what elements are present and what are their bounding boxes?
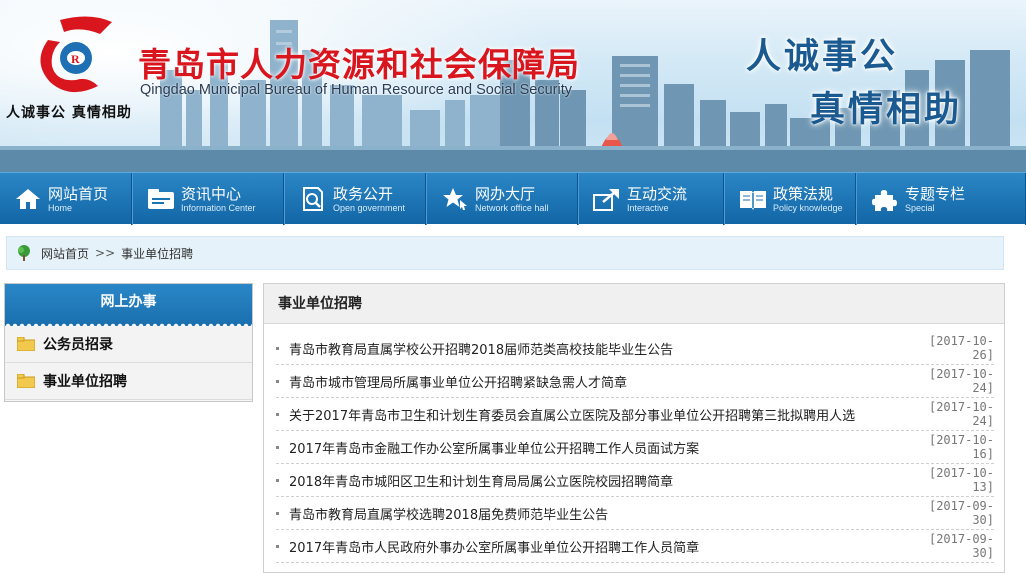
breadcrumb-separator: >> <box>95 246 116 260</box>
list-item-date: [2017-09-30] <box>928 532 994 560</box>
list-item-title[interactable]: 2018年青岛市城阳区卫生和计划生育局局属公立医院校园招聘简章 <box>289 471 908 490</box>
list-item-date: [2017-10-16] <box>928 433 994 461</box>
home-icon <box>14 185 42 213</box>
nav-label-en: Special <box>905 202 935 213</box>
bullet <box>276 412 279 416</box>
nav-item-policy-knowledge[interactable]: 政策法规 Policy knowledge <box>724 173 856 225</box>
list-item[interactable]: 2017年青岛市金融工作办公室所属事业单位公开招聘工作人员面试方案 [2017-… <box>276 431 994 464</box>
list-item-date: [2017-10-24] <box>928 400 994 428</box>
list-item-title[interactable]: 青岛市教育局直属学校选聘2018届免费师范毕业生公告 <box>289 504 908 523</box>
nav-item-open-government[interactable]: 政务公开 Open government <box>284 173 426 225</box>
nav-label-cn: 互动交流 <box>627 184 688 203</box>
folder-icon <box>16 336 36 352</box>
logo-slogan: 人诚事公 真情相助 <box>6 105 132 121</box>
list-item[interactable]: 关于2017年青岛市卫生和计划生育委员会直属公立医院及部分事业单位公开招聘第三批… <box>276 398 994 431</box>
list-item[interactable]: 青岛市教育局直属学校公开招聘2018届师范类高校技能毕业生公告 [2017-10… <box>276 332 994 365</box>
breadcrumb-home-link[interactable]: 网站首页 <box>41 245 89 262</box>
nav-label-cn: 政务公开 <box>333 184 394 203</box>
share-icon <box>593 185 621 213</box>
nav-label-en: Policy knowledge <box>773 202 843 213</box>
nav-label-en: Interactive <box>627 202 669 213</box>
folder-icon <box>16 373 36 389</box>
slogan-calligraphy: 人诚事公 真情相助 <box>736 28 966 132</box>
bullet <box>276 346 279 350</box>
list-item-date: [2017-10-13] <box>928 466 994 494</box>
puzzle-icon <box>871 185 899 213</box>
list-item-date: [2017-10-26] <box>928 334 994 362</box>
list-item-date: [2017-10-24] <box>928 367 994 395</box>
breadcrumb-current-link[interactable]: 事业单位招聘 <box>121 245 193 262</box>
nav-label-en: Open government <box>333 202 406 213</box>
main-nav: 网站首页 Home 资讯中心 Information Center 政务公开 O… <box>0 172 1026 225</box>
list-item[interactable]: 青岛市教育局直属学校选聘2018届免费师范毕业生公告 [2017-09-30] <box>276 497 994 530</box>
bullet <box>276 379 279 383</box>
bullet <box>276 445 279 449</box>
sidebar-title-notch <box>5 320 252 326</box>
sidebar-item-label: 事业单位招聘 <box>43 374 127 390</box>
tree-icon <box>15 244 33 262</box>
nav-item-information-center[interactable]: 资讯中心 Information Center <box>132 173 284 225</box>
search-icon <box>299 185 327 213</box>
nav-label-cn: 专题专栏 <box>905 184 966 203</box>
list-item-date: [2017-09-30] <box>928 499 994 527</box>
sidebar-item-label: 公务员招录 <box>43 337 113 353</box>
list-item-title[interactable]: 2017年青岛市人民政府外事办公室所属事业单位公开招聘工作人员简章 <box>289 537 908 556</box>
list-item-title[interactable]: 2017年青岛市金融工作办公室所属事业单位公开招聘工作人员面试方案 <box>289 438 908 457</box>
folder-icon <box>147 185 175 213</box>
nav-label-en: Home <box>48 202 73 213</box>
header-banner: R 人诚事公 真情相助 青岛市人力资源和社会保障局 Qingdao Munici… <box>0 0 1026 172</box>
sidebar-title: 网上办事 <box>5 284 252 326</box>
list-item-title[interactable]: 关于2017年青岛市卫生和计划生育委员会直属公立医院及部分事业单位公开招聘第三批… <box>289 405 908 424</box>
star-icon <box>441 185 469 213</box>
bureau-name-cn: 青岛市人力资源和社会保障局 <box>138 45 580 84</box>
nav-item-special[interactable]: 专题专栏 Special <box>856 173 1026 225</box>
nav-label-en: Network office hall <box>475 202 549 213</box>
list-item[interactable]: 青岛市城市管理局所属事业单位公开招聘紧缺急需人才简章 [2017-10-24] <box>276 365 994 398</box>
bureau-logo[interactable]: R <box>30 10 120 100</box>
sidebar-item-public-institution[interactable]: 事业单位招聘 <box>5 363 252 400</box>
sidebar-title-text: 网上办事 <box>100 294 157 310</box>
bureau-name-en: Qingdao Municipal Bureau of Human Resour… <box>140 82 573 98</box>
book-icon <box>739 185 767 213</box>
nav-label-en: Information Center <box>181 202 256 213</box>
bullet <box>276 478 279 482</box>
bullet <box>276 544 279 548</box>
nav-label-cn: 资讯中心 <box>181 184 242 203</box>
nav-item-interactive[interactable]: 互动交流 Interactive <box>578 173 724 225</box>
main-panel: 事业单位招聘 青岛市教育局直属学校公开招聘2018届师范类高校技能毕业生公告 [… <box>263 283 1005 573</box>
sidebar-online-services: 网上办事 公务员招录 事业单位招聘 <box>4 283 253 402</box>
bullet <box>276 511 279 515</box>
nav-item-network-office-hall[interactable]: 网办大厅 Network office hall <box>426 173 578 225</box>
list-item-title[interactable]: 青岛市教育局直属学校公开招聘2018届师范类高校技能毕业生公告 <box>289 339 908 358</box>
list-item-title[interactable]: 青岛市城市管理局所属事业单位公开招聘紧缺急需人才简章 <box>289 372 908 391</box>
nav-item-home[interactable]: 网站首页 Home <box>0 173 132 225</box>
svg-text:R: R <box>71 52 80 66</box>
list-item[interactable]: 2017年青岛市人民政府外事办公室所属事业单位公开招聘工作人员简章 [2017-… <box>276 530 994 563</box>
nav-label-cn: 网站首页 <box>48 184 109 203</box>
slogan-line-1: 人诚事公 <box>746 37 899 77</box>
nav-label-cn: 政策法规 <box>773 184 834 203</box>
main-panel-title: 事业单位招聘 <box>264 284 1004 324</box>
sidebar-item-civil-servant[interactable]: 公务员招录 <box>5 326 252 363</box>
list-item[interactable]: 2018年青岛市城阳区卫生和计划生育局局属公立医院校园招聘简章 [2017-10… <box>276 464 994 497</box>
announcement-list: 青岛市教育局直属学校公开招聘2018届师范类高校技能毕业生公告 [2017-10… <box>264 324 1004 563</box>
slogan-line-2: 真情相助 <box>810 90 963 130</box>
breadcrumb: 网站首页 >> 事业单位招聘 <box>6 236 1004 270</box>
nav-label-cn: 网办大厅 <box>475 184 536 203</box>
